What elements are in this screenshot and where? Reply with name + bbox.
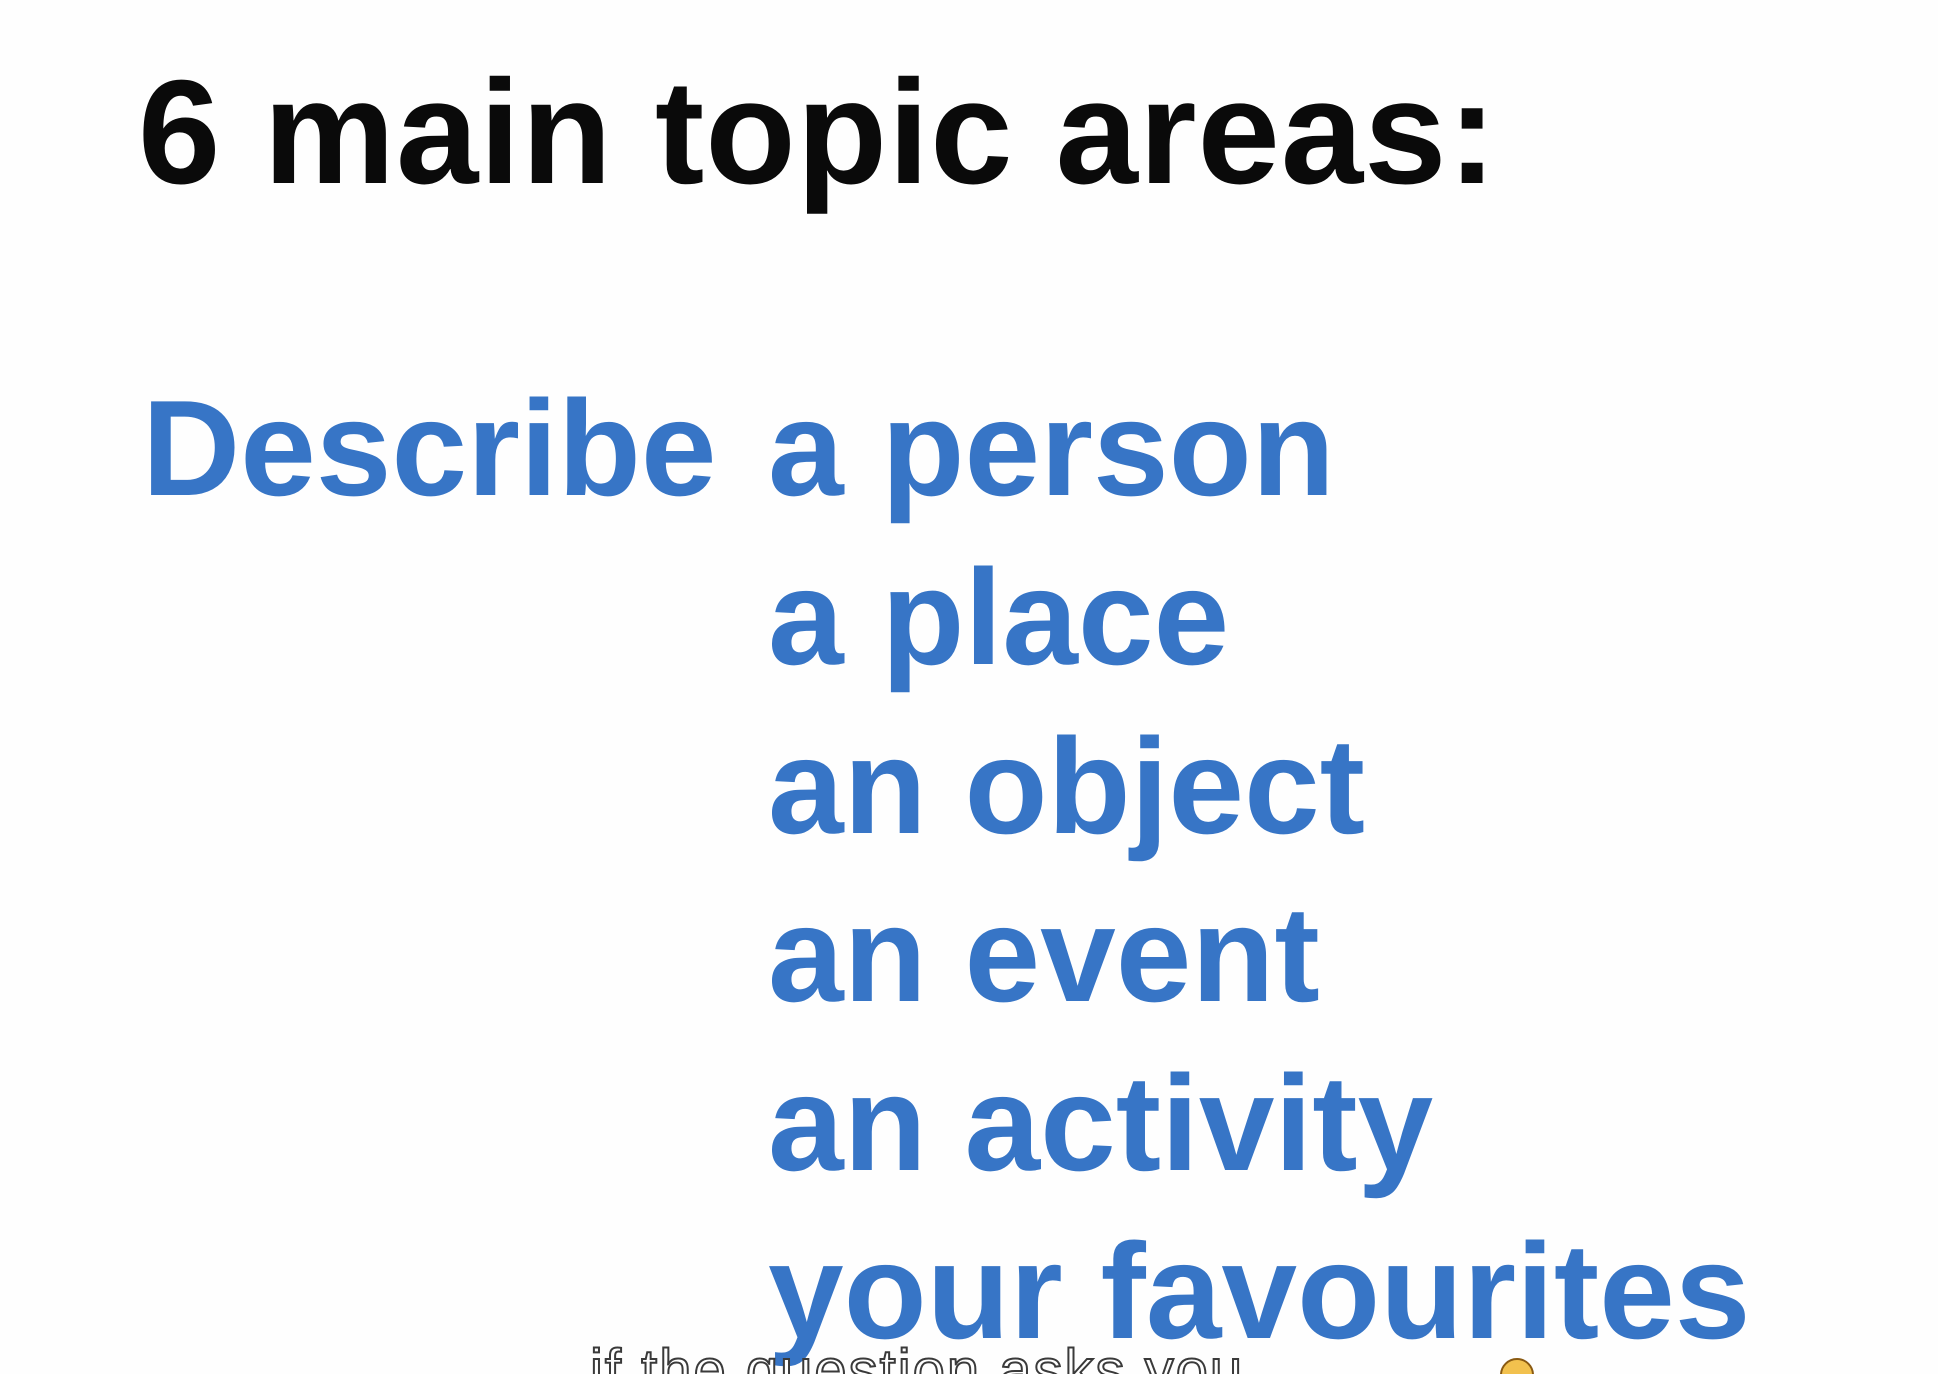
topic-item-activity: an activity [768, 1047, 1434, 1199]
slide-title: 6 main topic areas: [138, 50, 1498, 215]
video-caption: if the question asks you [589, 1338, 1245, 1374]
topic-lead-word: Describe [142, 372, 717, 524]
slide: 6 main topic areas: Describe a person a … [0, 0, 1938, 1374]
topic-item-place: a place [768, 541, 1230, 693]
topic-item-object: an object [768, 710, 1365, 862]
topic-item-event: an event [768, 878, 1320, 1030]
topic-item-person: a person [768, 372, 1335, 524]
